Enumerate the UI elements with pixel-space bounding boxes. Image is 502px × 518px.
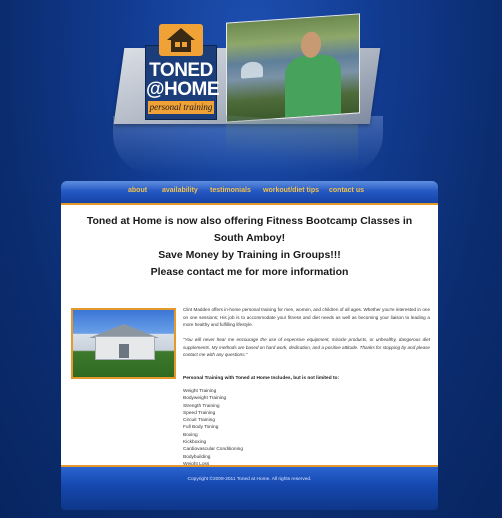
nav-testimonials[interactable]: testimonials [210,187,251,194]
trainer-body-shape [285,53,341,118]
list-item: Bodybuilding [183,454,211,460]
logo-line-2: @HOME [146,79,220,100]
site-logo[interactable]: TONED @HOME personal training [145,24,220,120]
logo-tagline: personal training [148,101,214,114]
services-heading: Personal Training with Toned at Home Inc… [183,376,340,381]
nav-workout-diet-tips[interactable]: workout/diet tips [263,187,319,194]
nav-availability[interactable]: availability [162,187,198,194]
list-item: Weight Training [183,389,217,394]
list-item: Strength Training [183,403,220,409]
house-door-shape [119,344,129,358]
headline-line-2: Save Money by Training in Groups!!! [158,249,341,261]
list-item: Boxing [183,432,198,438]
list-item: Cardiovascular Conditioning [183,447,243,453]
logo-reflection [145,120,215,150]
headline-line-1: Toned at Home is now also offering Fitne… [86,215,413,244]
list-item: Kickboxing [183,440,207,446]
header-banner: TONED @HOME personal training [113,8,383,174]
nav-contact-us[interactable]: contact us [329,187,364,194]
headline-line-3: Please contact me for more information [150,266,349,278]
main-container: about availability testimonials workout/… [61,181,438,510]
trainer-photo [226,13,360,123]
nav-about[interactable]: about [128,187,147,194]
list-item: Speed Training [183,410,216,416]
list-item: Full Body Toning [183,425,219,431]
house-photo [71,308,176,379]
copyright-text: Copyright ©2009-2011 Toned at Home. All … [187,477,312,482]
trainer-quote: "You will never hear me encourage the us… [183,337,430,357]
nav-bar: about availability testimonials workout/… [61,181,438,205]
footer: Copyright ©2009-2011 Toned at Home. All … [61,465,438,510]
list-item: Circuit Training [183,418,215,424]
announcement-headline: Toned at Home is now also offering Fitne… [73,213,426,281]
fountain-shape [241,61,263,79]
list-item: Bodyweight Training [183,396,227,402]
trainer-bio: Clint Madden offers in-home personal tra… [183,307,430,327]
house-icon [159,24,203,56]
content-area: Toned at Home is now also offering Fitne… [61,205,438,496]
